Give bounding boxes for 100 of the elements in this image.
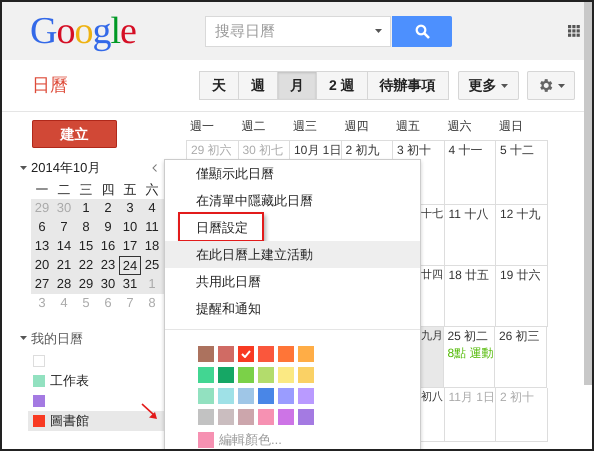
weekday-header: 週日: [498, 118, 524, 135]
color-swatch[interactable]: [258, 367, 274, 383]
color-swatch[interactable]: [298, 409, 314, 425]
color-swatch[interactable]: [238, 409, 254, 425]
menu-item[interactable]: 提醒和通知: [165, 295, 420, 322]
day-label: 12 十九: [500, 207, 542, 222]
mini-day[interactable]: 14: [53, 236, 75, 256]
color-swatch[interactable]: [298, 367, 314, 383]
weekday-label: 四: [100, 180, 116, 198]
mini-day[interactable]: 2: [97, 198, 119, 218]
mini-day[interactable]: 23: [97, 256, 119, 274]
color-swatch[interactable]: [198, 346, 214, 362]
weekday-header: 週五: [395, 118, 421, 135]
calendar-item[interactable]: 圖書館: [28, 411, 165, 431]
mini-day[interactable]: 27: [31, 274, 53, 294]
search-field[interactable]: 搜尋日曆: [205, 16, 391, 46]
view-tab[interactable]: 待辦事項: [366, 71, 449, 100]
day-label: 十七: [421, 207, 444, 222]
mini-day[interactable]: 17: [119, 236, 141, 256]
color-swatch[interactable]: [238, 388, 254, 404]
search-button[interactable]: [392, 16, 452, 46]
mini-day[interactable]: 7: [53, 218, 75, 236]
menu-item[interactable]: 僅顯示此日曆: [165, 160, 420, 187]
view-tab[interactable]: 月: [277, 71, 317, 100]
day-label: 九月: [421, 329, 442, 344]
mini-day[interactable]: 4: [141, 198, 163, 218]
settings-button[interactable]: [526, 71, 575, 100]
more-button[interactable]: 更多: [458, 71, 519, 100]
weekday-label: 一: [34, 180, 50, 198]
color-swatch[interactable]: [278, 367, 294, 383]
day-label: 2 初十: [500, 390, 536, 405]
mini-day[interactable]: 20: [31, 256, 53, 274]
day-label: 26 初三: [499, 329, 541, 344]
mini-day[interactable]: 24: [119, 256, 141, 274]
view-tab[interactable]: 天: [199, 71, 239, 100]
weekday-label: 五: [122, 180, 138, 198]
day-label: 初八: [421, 390, 444, 405]
weekday-label: 三: [78, 180, 94, 198]
app-title: 日曆: [32, 74, 69, 97]
mini-day[interactable]: 6: [31, 218, 53, 236]
create-button[interactable]: 建立: [32, 120, 117, 148]
view-tab[interactable]: 2 週: [316, 71, 368, 100]
caret-icon: [558, 84, 565, 88]
color-swatch[interactable]: [198, 409, 214, 425]
color-swatch[interactable]: [258, 409, 274, 425]
apps-grid-icon[interactable]: [568, 25, 580, 37]
mini-day[interactable]: 3: [119, 198, 141, 218]
color-swatch[interactable]: [278, 409, 294, 425]
menu-item[interactable]: 共用此日曆: [165, 268, 420, 295]
checkmark-icon: [241, 350, 251, 358]
color-swatch[interactable]: [278, 346, 294, 362]
mini-day[interactable]: 9: [97, 218, 119, 236]
mini-day[interactable]: 15: [75, 236, 97, 256]
day-label: 10月 1日: [294, 143, 340, 158]
month-title: 2014年10月: [31, 159, 102, 177]
day-label: 29 初六: [191, 143, 233, 158]
day-label: 3 初十: [397, 143, 432, 158]
dropdown-caret-icon: [375, 28, 382, 32]
color-swatch[interactable]: [218, 409, 234, 425]
color-swatch[interactable]: [218, 367, 234, 383]
color-swatch[interactable]: [258, 346, 274, 362]
mini-day[interactable]: 11: [141, 218, 163, 236]
mini-day[interactable]: 25: [141, 256, 163, 274]
mini-day[interactable]: 13: [31, 236, 53, 256]
mini-day[interactable]: 29: [75, 274, 97, 294]
mini-day[interactable]: 28: [53, 274, 75, 294]
color-swatch[interactable]: [218, 346, 234, 362]
day-label: 25 初二: [448, 329, 490, 344]
color-swatch[interactable]: [218, 388, 234, 404]
mini-day[interactable]: 30: [97, 274, 119, 294]
mini-day[interactable]: 8: [75, 218, 97, 236]
day-label: 5 十二: [500, 143, 536, 158]
menu-item[interactable]: 在此日曆上建立活動: [165, 241, 420, 268]
weekday-header: 週一: [189, 118, 215, 135]
chevron-left-icon[interactable]: [152, 164, 157, 172]
color-swatch[interactable]: [198, 388, 214, 404]
color-swatch[interactable]: [198, 367, 214, 383]
calendar-name: 工作表: [50, 372, 89, 390]
mini-day[interactable]: 16: [97, 236, 119, 256]
mini-day[interactable]: 18: [141, 236, 163, 256]
vertical-scrollbar[interactable]: [584, 2, 592, 385]
mini-day[interactable]: 31: [119, 274, 141, 294]
mini-day[interactable]: 1: [75, 198, 97, 218]
view-tab[interactable]: 週: [238, 71, 278, 100]
color-swatch[interactable]: [238, 367, 254, 383]
color-swatch[interactable]: [298, 388, 314, 404]
color-swatch[interactable]: [298, 346, 314, 362]
calendar-item[interactable]: 工作表: [28, 371, 165, 391]
menu-item[interactable]: 在清單中隱藏此日曆: [165, 187, 420, 214]
mini-day[interactable]: 21: [53, 256, 75, 274]
day-label: 4 十一: [448, 143, 484, 158]
color-swatch[interactable]: [258, 388, 274, 404]
mini-day[interactable]: 10: [119, 218, 141, 236]
day-label: 11月 1日: [448, 390, 495, 405]
color-swatch[interactable]: [278, 388, 294, 404]
weekday-header: 週二: [240, 118, 266, 135]
mini-day[interactable]: 22: [75, 256, 97, 274]
weekday-label: 二: [56, 180, 72, 198]
color-swatch[interactable]: [238, 346, 254, 362]
logo[interactable]: Google: [30, 12, 205, 50]
